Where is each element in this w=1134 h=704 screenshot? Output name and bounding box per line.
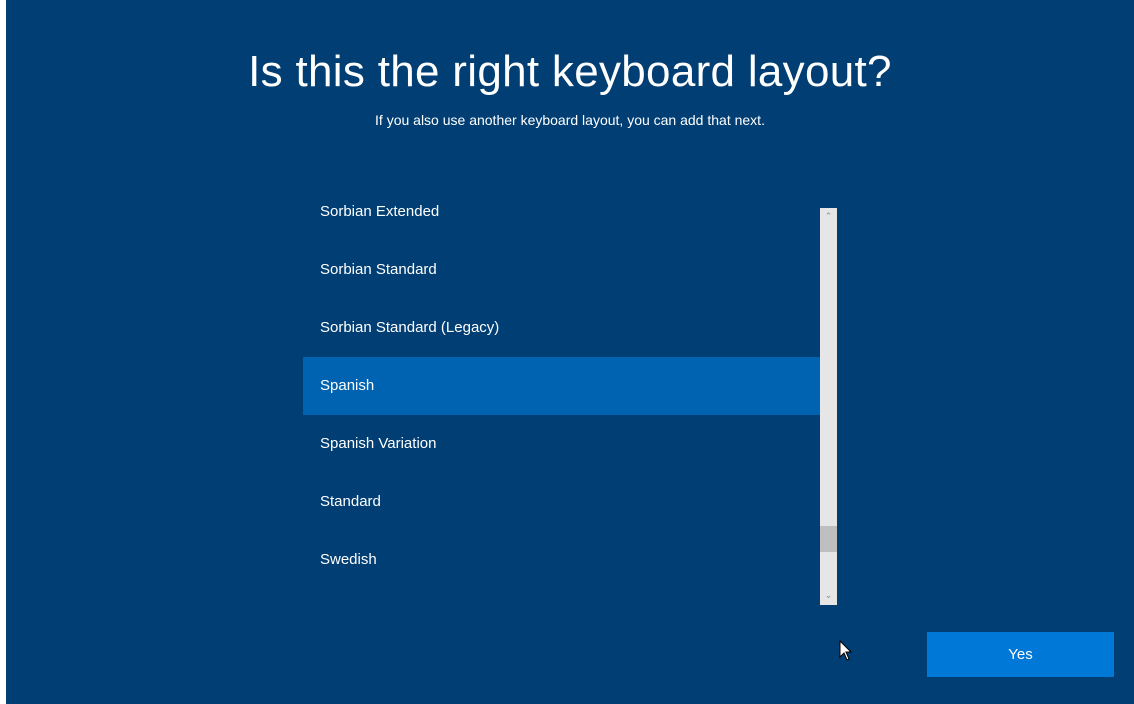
oobe-screen: Is this the right keyboard layout? If yo… — [6, 0, 1134, 704]
page-subtitle: If you also use another keyboard layout,… — [375, 112, 765, 128]
list-scrollbar[interactable]: ⌃ ⌄ — [820, 208, 837, 605]
list-item-swedish[interactable]: Swedish — [303, 531, 820, 589]
chevron-up-icon[interactable]: ⌃ — [820, 210, 837, 224]
page-title: Is this the right keyboard layout? — [248, 47, 892, 96]
keyboard-layout-list-items: Sorbian Extended Sorbian Standard Sorbia… — [303, 205, 820, 589]
mouse-pointer-icon — [839, 640, 853, 661]
list-item-sorbian-standard[interactable]: Sorbian Standard — [303, 241, 820, 299]
list-item-sorbian-standard-legacy[interactable]: Sorbian Standard (Legacy) — [303, 299, 820, 357]
chevron-down-icon[interactable]: ⌄ — [820, 589, 837, 603]
yes-button[interactable]: Yes — [927, 632, 1114, 677]
list-item-spanish[interactable]: Spanish — [303, 357, 820, 415]
list-item-standard[interactable]: Standard — [303, 473, 820, 531]
scrollbar-thumb[interactable] — [820, 526, 837, 552]
list-item-sorbian-extended[interactable]: Sorbian Extended — [303, 205, 820, 241]
list-item-spanish-variation[interactable]: Spanish Variation — [303, 415, 820, 473]
keyboard-layout-list[interactable]: Sorbian Extended Sorbian Standard Sorbia… — [303, 205, 837, 605]
